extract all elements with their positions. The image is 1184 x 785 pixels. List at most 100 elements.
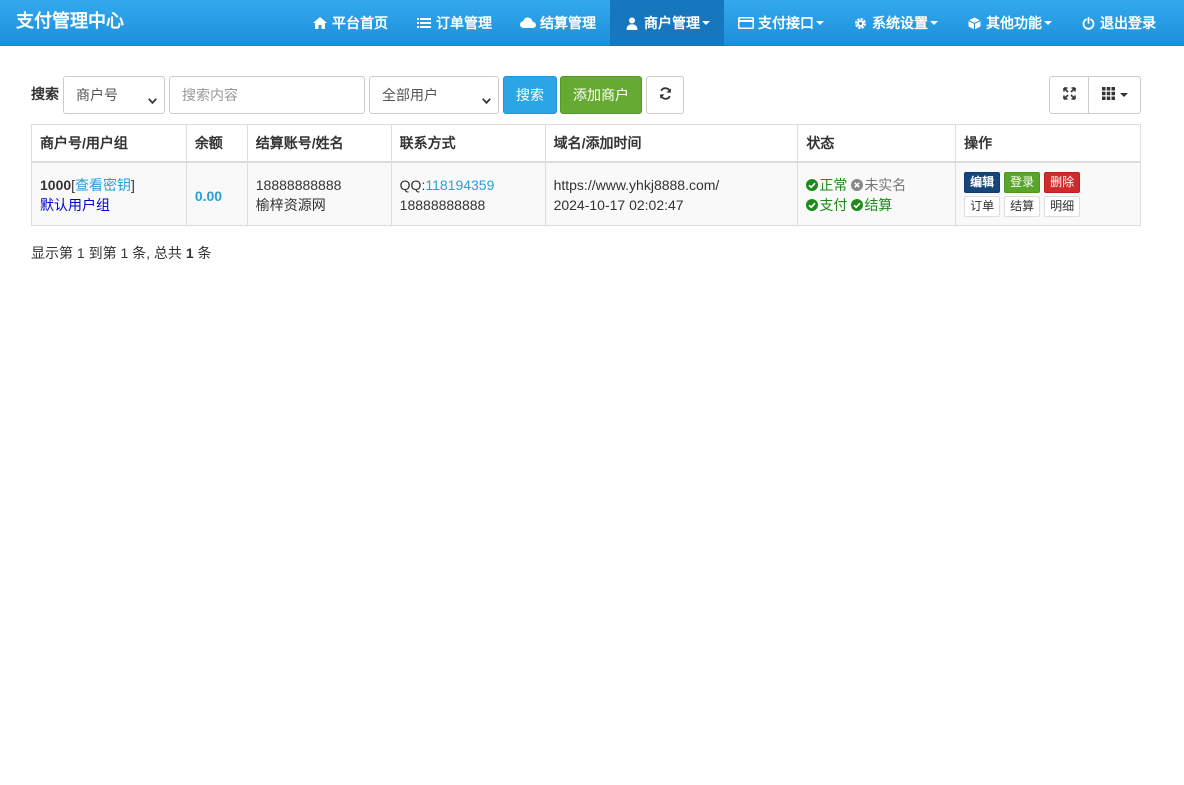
pagination-to-text: 到第 [88,245,117,261]
table-row: 1000[查看密钥] 默认用户组 0.00 18888888888 榆梓资源网 … [31,161,1141,226]
pagination-info: 显示第 1 到第 1 条, 总共 1 条 [31,243,212,263]
search-button[interactable]: 搜索 [503,76,557,114]
fullscreen-icon [1062,87,1076,103]
pagination-to: 1 [120,245,129,261]
nav-orders-label: 订单管理 [436,15,492,31]
bracket-close: ] [131,177,135,193]
caret-down-icon [702,21,710,25]
search-input-placeholder: 搜索内容 [182,87,238,103]
refresh-button[interactable] [646,76,684,114]
home-icon [312,16,328,30]
main-nav: 平台首页 订单管理 结算管理 商户管理 支付接口 系统设置 其他功能 退出登录 [298,0,1170,46]
col-header-actions[interactable]: 操作 [955,124,1141,163]
status-normal-label: 正常 [819,177,848,193]
caret-down-icon [930,21,938,25]
cell-contact: QQ:118194359 18888888888 [390,161,546,226]
user-icon [624,16,640,30]
columns-toggle-button[interactable] [1089,76,1141,114]
search-field-select[interactable]: 商户号 [63,76,165,114]
chevron-down-icon [482,92,491,105]
cell-actions: 编辑 登录 删除 订单 结算 明细 [955,161,1141,226]
status-settle[interactable]: 结算 [851,197,892,213]
nav-home[interactable]: 平台首页 [298,0,402,46]
cube-icon [966,16,982,30]
status-unverified-label: 未实名 [864,177,907,193]
user-filter-select[interactable]: 全部用户 [369,76,499,114]
status-normal[interactable]: 正常 [806,177,851,193]
add-merchant-button[interactable]: 添加商户 [560,76,642,114]
check-circle-icon [806,196,819,211]
search-label: 搜索 [31,86,59,102]
col-header-balance[interactable]: 余额 [185,124,248,163]
col-header-status[interactable]: 状态 [797,124,957,163]
merchant-table: 商户号/用户组 余额 结算账号/姓名 联系方式 域名/添加时间 状态 操作 10… [31,124,1141,226]
chevron-down-icon [148,92,157,105]
nav-other[interactable]: 其他功能 [952,0,1066,46]
view-key-link[interactable]: 查看密钥 [75,177,131,193]
delete-button[interactable]: 删除 [1044,172,1081,193]
nav-settle[interactable]: 结算管理 [506,0,610,46]
pagination-prefix: 显示第 [31,245,73,261]
user-group-link[interactable]: 默认用户组 [40,195,178,215]
nav-logout-label: 退出登录 [1100,15,1156,31]
nav-settle-label: 结算管理 [540,15,596,31]
cell-uid-group: 1000[查看密钥] 默认用户组 [31,161,187,226]
login-button[interactable]: 登录 [1004,172,1041,193]
cell-balance: 0.00 [185,161,248,226]
nav-other-label: 其他功能 [986,15,1042,31]
nav-home-label: 平台首页 [332,15,388,31]
status-unverified[interactable]: 未实名 [851,177,906,193]
orders-button[interactable]: 订单 [964,196,1001,217]
col-header-contact[interactable]: 联系方式 [390,124,546,163]
pagination-mid: 条, 总共 [132,245,182,261]
check-circle-icon [851,196,864,211]
balance-value[interactable]: 0.00 [195,188,222,204]
nav-payapi[interactable]: 支付接口 [724,0,838,46]
qq-link[interactable]: 118194359 [425,177,494,193]
settle-name: 榆梓资源网 [255,197,326,213]
added-time: 2024-10-17 02:02:47 [553,197,684,213]
settle-button[interactable]: 结算 [1004,196,1041,217]
caret-down-icon [816,21,824,25]
cell-domain: https://www.yhkj8888.com/ 2024-10-17 02:… [544,161,799,226]
user-filter-value: 全部用户 [382,87,438,103]
cell-account: 18888888888 榆梓资源网 [246,161,392,226]
list-icon [416,16,432,30]
search-toolbar: 搜索 商户号 搜索内容 全部用户 搜索 添加商户 [31,76,1141,114]
col-header-uid[interactable]: 商户号/用户组 [31,124,187,163]
table-header-row: 商户号/用户组 余额 结算账号/姓名 联系方式 域名/添加时间 状态 操作 [31,124,1141,163]
top-navbar: 支付管理中心 平台首页 订单管理 结算管理 商户管理 支付接口 系统设置 其他功… [0,0,1184,46]
refresh-icon [659,87,672,103]
brand-title[interactable]: 支付管理中心 [16,0,124,46]
pagination-from: 1 [76,245,85,261]
gear-icon [852,16,868,30]
credit-card-icon [738,16,754,30]
nav-payapi-label: 支付接口 [758,15,814,31]
grid-icon [1101,87,1115,103]
settle-account: 18888888888 [255,177,342,193]
nav-settings-label: 系统设置 [872,15,928,31]
nav-settings[interactable]: 系统设置 [838,0,952,46]
col-header-domain[interactable]: 域名/添加时间 [544,124,799,163]
nav-orders[interactable]: 订单管理 [402,0,506,46]
pagination-total: 1 [185,245,194,261]
status-pay[interactable]: 支付 [806,197,851,213]
table-tools [1049,76,1141,114]
cell-status: 正常 未实名 支付 结算 [797,161,957,226]
search-field-value: 商户号 [76,87,118,103]
pagination-suffix: 条 [197,245,212,261]
x-circle-icon [851,176,864,191]
nav-merchants[interactable]: 商户管理 [610,0,724,46]
search-input[interactable]: 搜索内容 [169,76,365,114]
edit-button[interactable]: 编辑 [964,172,1001,193]
power-icon [1080,16,1096,30]
col-header-account[interactable]: 结算账号/姓名 [246,124,392,163]
caret-down-icon [1119,93,1128,97]
nav-logout[interactable]: 退出登录 [1066,0,1170,46]
check-circle-icon [806,176,819,191]
domain-url: https://www.yhkj8888.com/ [553,177,720,193]
detail-button[interactable]: 明细 [1044,196,1081,217]
status-pay-label: 支付 [819,197,848,213]
fullscreen-button[interactable] [1049,76,1089,114]
status-settle-label: 结算 [864,197,893,213]
